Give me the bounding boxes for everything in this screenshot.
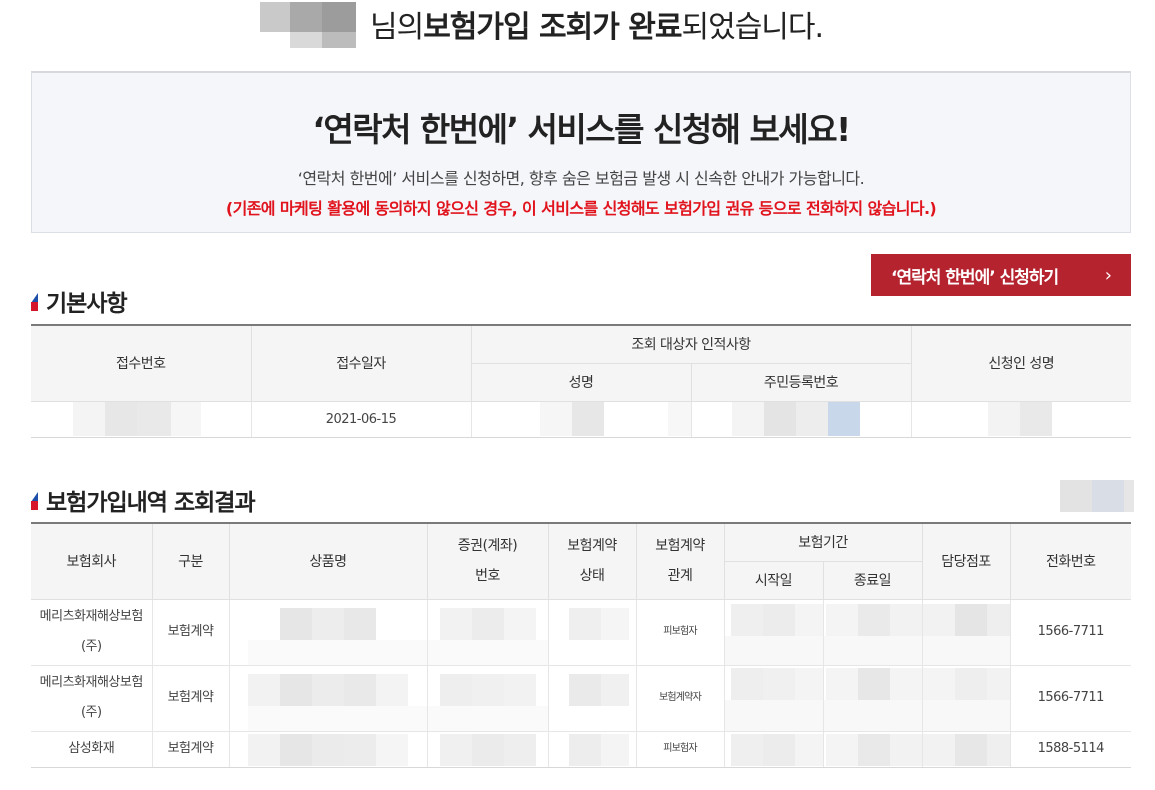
col-product: 상품명 (228, 522, 428, 600)
apply-contact-service-button[interactable]: ‘연락처 한번에’ 신청하기 › (871, 254, 1131, 296)
company-cell: 삼성화재 (31, 730, 153, 768)
col-start-date: 시작일 (724, 560, 824, 600)
section-title-results: 보험가입내역 조회결과 (31, 483, 256, 517)
col-receipt-date: 접수일자 (250, 324, 472, 402)
col-branch: 담당점포 (921, 522, 1011, 600)
chevron-right-icon: › (1104, 264, 1112, 286)
col-applicant-name: 신청인 성명 (910, 324, 1132, 402)
masked-start-date (723, 664, 824, 732)
col-policy-line2: 번호 (475, 568, 500, 585)
heading-text-part1: 님의 (370, 10, 424, 45)
table-row: 2021-06-15 (31, 400, 1132, 438)
page-heading: 님의 보험가입 조회가 완료 되었습니다. (260, 2, 960, 48)
masked-branch (921, 730, 1011, 768)
notice-title: ‘연락처 한번에’ 서비스를 신청해 보세요! (312, 110, 851, 149)
section-marker-icon (31, 293, 38, 311)
company-suffix: (주) (80, 639, 102, 654)
section-title-basic: 기본사항 (31, 284, 128, 318)
col-phone: 전화번호 (1009, 522, 1131, 600)
col-contract-status: 보험계약 상태 (547, 522, 637, 600)
phone-cell: 1566-7711 (1009, 598, 1131, 666)
section-title-results-text: 보험가입내역 조회결과 (46, 490, 256, 516)
relation-cell: 보험계약자 (635, 664, 725, 732)
masked-branch (921, 598, 1011, 666)
col-policy-line1: 증권(계좌) (457, 538, 518, 555)
col-status-line1: 보험계약 (567, 538, 617, 555)
col-status-line2: 상태 (579, 568, 605, 585)
masked-receipt-no (31, 400, 252, 438)
col-name: 성명 (471, 362, 692, 402)
col-resident-no: 주민등록번호 (690, 362, 912, 402)
masked-user-name (260, 2, 364, 48)
masked-branch (921, 664, 1011, 732)
masked-policy-no (426, 598, 549, 666)
col-end-date: 종료일 (822, 560, 922, 600)
company-name: 메리츠화재해상보험 (39, 609, 144, 624)
masked-badge (1060, 480, 1134, 512)
section-title-basic-text: 기본사항 (46, 291, 128, 317)
col-company: 보험회사 (31, 522, 153, 600)
company-cell: 메리츠화재해상보험 (주) (31, 598, 153, 666)
masked-product (228, 664, 428, 732)
notice-description: ‘연락처 한번에’ 서비스를 신청하면, 향후 숨은 보험금 발생 시 신속한 … (297, 169, 865, 188)
masked-product (228, 598, 428, 666)
col-receipt-no: 접수번호 (31, 324, 252, 402)
table-row: 메리츠화재해상보험 (주) 보험계약 (31, 664, 1131, 732)
masked-policy-no (426, 730, 549, 768)
col-period: 보험기간 (723, 522, 923, 562)
col-contract-relation: 보험계약 관계 (635, 522, 725, 600)
heading-text-bold: 보험가입 조회가 완료 (423, 10, 682, 45)
col-policy-no: 증권(계좌) 번호 (426, 522, 549, 600)
heading-text-part2: 되었습니다. (681, 10, 825, 45)
basic-info-table: 접수번호 접수일자 조회 대상자 인적사항 신청인 성명 성명 주민등록번호 2… (31, 324, 1132, 438)
masked-status (547, 664, 637, 732)
masked-policy-no (426, 664, 549, 732)
masked-end-date (822, 730, 923, 768)
company-suffix: (주) (80, 705, 102, 720)
masked-status (547, 598, 637, 666)
masked-end-date (822, 664, 923, 732)
masked-start-date (723, 598, 824, 666)
masked-end-date (822, 598, 923, 666)
col-category: 구분 (151, 522, 230, 600)
notice-warning: (기존에 마케팅 활용에 동의하지 않으신 경우, 이 서비스를 신청해도 보험… (225, 199, 937, 218)
col-relation-line1: 보험계약 (655, 538, 705, 555)
insurance-results-table: 보험회사 구분 상품명 증권(계좌) 번호 보험계약 상태 보험계약 관계 보험… (31, 522, 1131, 768)
phone-cell: 1588-5114 (1009, 730, 1131, 768)
receipt-date: 2021-06-15 (250, 400, 472, 438)
masked-start-date (723, 730, 824, 768)
apply-button-label: ‘연락처 한번에’ 신청하기 (891, 267, 1059, 288)
masked-applicant-name (910, 400, 1132, 438)
table-row: 메리츠화재해상보험 (주) 보험계약 (31, 598, 1131, 666)
col-target-info: 조회 대상자 인적사항 (470, 324, 912, 364)
phone-cell: 1566-7711 (1009, 664, 1131, 732)
category-cell: 보험계약 (151, 664, 230, 732)
table-row: 삼성화재 보험계약 피보험자 1588-5114 (31, 730, 1131, 768)
relation-cell: 피보험자 (635, 598, 725, 666)
company-name: 메리츠화재해상보험 (39, 675, 144, 690)
category-cell: 보험계약 (151, 730, 230, 768)
company-cell: 메리츠화재해상보험 (주) (31, 664, 153, 732)
masked-product (228, 730, 428, 768)
section-marker-icon (31, 492, 38, 510)
company-name: 삼성화재 (68, 741, 115, 756)
col-relation-line2: 관계 (667, 568, 693, 585)
masked-name (470, 400, 692, 438)
masked-resident-no (690, 400, 912, 438)
service-notice-box: ‘연락처 한번에’ 서비스를 신청해 보세요! ‘연락처 한번에’ 서비스를 신… (31, 71, 1131, 233)
category-cell: 보험계약 (151, 598, 230, 666)
masked-status (547, 730, 637, 768)
relation-cell: 피보험자 (635, 730, 725, 768)
